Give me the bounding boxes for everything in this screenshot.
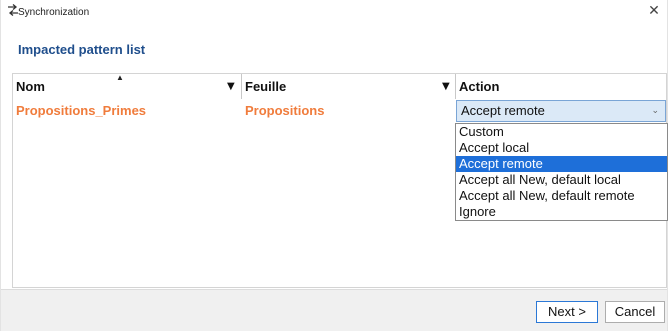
action-combobox-value: Accept remote — [461, 103, 545, 118]
sort-ascending-icon: ▲ — [116, 73, 124, 82]
action-dropdown-list: Custom Accept local Accept remote Accept… — [455, 123, 668, 221]
action-combobox[interactable]: Accept remote ⌄ — [456, 100, 666, 122]
dropdown-option-accept-remote[interactable]: Accept remote — [456, 156, 667, 172]
dropdown-option-accept-local[interactable]: Accept local — [456, 140, 667, 156]
dropdown-option-custom[interactable]: Custom — [456, 124, 667, 140]
dropdown-option-accept-all-new-default-remote[interactable]: Accept all New, default remote — [456, 188, 667, 204]
cancel-button[interactable]: Cancel — [605, 301, 665, 323]
column-header-label: Action — [459, 79, 500, 94]
dropdown-option-accept-all-new-default-local[interactable]: Accept all New, default local — [456, 172, 667, 188]
dialog-footer: Next > Cancel — [1, 289, 667, 331]
column-header-label: Feuille — [245, 79, 287, 94]
close-button[interactable]: ✕ — [645, 2, 663, 20]
column-header-nom[interactable]: Nom ▲ ▼ — [13, 73, 241, 99]
column-header-feuille[interactable]: Feuille ▼ — [242, 74, 455, 99]
filter-dropdown-icon[interactable]: ▼ — [227, 74, 235, 99]
title-bar: Synchronization ✕ — [1, 0, 667, 26]
section-title: Impacted pattern list — [18, 42, 146, 57]
table-row[interactable]: Propositions_Primes Propositions Accept … — [13, 99, 666, 123]
window-title: Synchronization — [18, 7, 90, 18]
dropdown-option-ignore[interactable]: Ignore — [456, 204, 667, 220]
column-header-label: Nom — [16, 79, 45, 94]
chevron-down-icon[interactable]: ⌄ — [651, 101, 659, 121]
cell-feuille: Propositions — [245, 103, 325, 118]
cell-nom: Propositions_Primes — [16, 103, 147, 118]
filter-dropdown-icon[interactable]: ▼ — [442, 74, 450, 99]
synchronization-dialog: Synchronization ✕ Impacted pattern list … — [0, 0, 668, 331]
column-header-action[interactable]: Action — [456, 74, 666, 99]
table-header: Nom ▲ ▼ Feuille ▼ Action — [13, 73, 666, 99]
next-button[interactable]: Next > — [536, 301, 598, 323]
impacted-pattern-table: Nom ▲ ▼ Feuille ▼ Action Propositions_Pr… — [12, 73, 668, 288]
